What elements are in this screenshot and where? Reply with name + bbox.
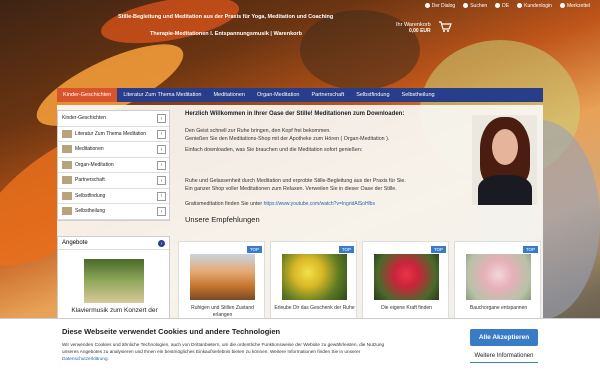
product-card[interactable]: TOP Bauchorgane entspannen <box>454 241 541 326</box>
product-card[interactable]: TOP Die eigene Kraft finden <box>362 241 449 326</box>
topbar-wishlist[interactable]: Merkzettel <box>559 3 590 9</box>
main-nav: Kinder-Geschichten Literatur Zum Thema M… <box>57 88 543 102</box>
product-title[interactable]: Bauchorgane entspannen <box>458 305 539 312</box>
nav-partnerschaft[interactable]: Partnerschaft <box>305 88 350 102</box>
topbar-dialog[interactable]: Der Dialog <box>424 3 455 9</box>
nav-selbstfindung[interactable]: Selbstfindung <box>350 88 395 102</box>
dialog-icon <box>424 3 430 8</box>
offers-heading: Angebote › <box>58 237 169 250</box>
top-badge: TOP <box>522 246 538 253</box>
nav-meditationen[interactable]: Meditationen <box>207 88 251 102</box>
intro-line-1: Den Geist schnell zur Ruhe bringen, den … <box>185 128 331 134</box>
recommendation-carousel: TOP Ruhigen und Stillen Zustand erlangen… <box>178 241 543 326</box>
heart-icon <box>559 3 565 8</box>
nav-kinder-geschichten[interactable]: Kinder-Geschichten <box>57 88 118 102</box>
chevron-right-icon[interactable]: › <box>157 145 166 154</box>
sidebar-item-meditationen[interactable]: Meditationen › <box>58 142 169 158</box>
product-card[interactable]: TOP Erleube Dir das Geschenk der Ruhe <box>270 241 357 326</box>
category-thumbnail <box>62 191 72 200</box>
offers-box: Angebote › Klaviermusik zum Konzert der <box>57 236 170 326</box>
top-badge: TOP <box>338 246 354 253</box>
arrow-right-icon[interactable]: › <box>158 240 165 247</box>
intro-line-2: Genießen Sie den Meditations-Shop mit de… <box>185 136 390 142</box>
chevron-right-icon[interactable]: › <box>157 129 166 139</box>
top-badge: TOP <box>246 246 262 253</box>
intro-line-5: Ein ganzer Shop voller Meditationen zum … <box>185 186 397 192</box>
carousel-next-icon[interactable]: › <box>537 301 540 310</box>
recommendations-heading: Unsere Empfehlungen <box>185 215 260 224</box>
sidebar-item-organ-meditation[interactable]: Organ-Meditation › <box>58 158 169 173</box>
user-icon <box>517 3 523 8</box>
accept-all-button[interactable]: Alle Akzeptieren <box>470 329 538 346</box>
author-portrait <box>472 115 537 205</box>
product-card[interactable]: TOP Ruhigen und Stillen Zustand erlangen <box>178 241 265 326</box>
topbar-login[interactable]: Kundenlogin <box>517 3 552 9</box>
intro-line-3: Einfach downloaden, was Sie brauchen und… <box>185 147 363 153</box>
chevron-right-icon[interactable]: › <box>157 160 166 170</box>
header-subtagline: Therapie-Meditationen I. Entspannungsmus… <box>150 31 302 37</box>
sidebar-item-kinder-geschichten[interactable]: Kinder-Geschichten › <box>58 111 169 127</box>
topbar-search[interactable]: Suchen <box>463 3 487 9</box>
sidebar-item-selbstheilung[interactable]: Selbstheilung › <box>58 204 169 220</box>
chevron-right-icon[interactable]: › <box>157 176 166 185</box>
topbar-language[interactable]: DE <box>495 3 509 9</box>
cookie-text: Wir verwenden Cookies und ähnliche Techn… <box>62 342 385 361</box>
cart-summary[interactable]: Ihr Warenkorb 0,00 EUR <box>396 22 431 34</box>
cart-icon[interactable] <box>438 20 452 33</box>
chevron-right-icon[interactable]: › <box>157 207 166 216</box>
nav-selbstheilung[interactable]: Selbstheilung <box>396 88 441 102</box>
category-thumbnail <box>62 160 72 169</box>
header-tagline: Stille-Begleitung und Meditation aus der… <box>118 14 334 20</box>
cookie-banner: Diese Webseite verwendet Cookies und and… <box>0 318 600 375</box>
product-title[interactable]: Die eigene Kraft finden <box>366 305 447 312</box>
category-thumbnail <box>62 129 72 138</box>
nav-organ-meditation[interactable]: Organ-Meditation <box>251 88 306 102</box>
category-thumbnail <box>62 176 72 185</box>
nav-literatur[interactable]: Literatur Zum Thema Meditation <box>117 88 207 102</box>
youtube-link[interactable]: https://www.youtube.com/watch?v=IngridAl… <box>264 201 375 207</box>
carousel-prev-icon[interactable]: ‹ <box>181 301 184 310</box>
cookie-heading: Diese Webseite verwendet Cookies und and… <box>62 327 281 336</box>
product-image[interactable] <box>190 254 255 300</box>
privacy-link[interactable]: Datenschutzerklärung. <box>62 356 109 361</box>
flag-icon <box>495 3 501 8</box>
sidebar-item-selbstfindung[interactable]: Selbstfindung › <box>58 189 169 204</box>
search-icon <box>463 3 469 8</box>
category-thumbnail <box>62 207 72 216</box>
more-info-button[interactable]: Weitere Informationen <box>470 349 538 363</box>
category-sidebar: Kinder-Geschichten › Literatur Zum Thema … <box>57 110 170 221</box>
offer-product-title[interactable]: Klaviermusik zum Konzert der <box>62 307 167 314</box>
product-title[interactable]: Erleube Dir das Geschenk der Ruhe <box>274 305 355 312</box>
free-meditation-line: Gratismeditation finden Sie unter https:… <box>185 201 375 207</box>
top-bar: Der Dialog Suchen DE Kundenlogin Merkzet… <box>0 0 600 11</box>
sidebar-item-partnerschaft[interactable]: Partnerschaft › <box>58 173 169 189</box>
product-image[interactable] <box>374 254 439 300</box>
product-title[interactable]: Ruhigen und Stillen Zustand erlangen <box>182 305 263 318</box>
chevron-right-icon[interactable]: › <box>157 191 166 201</box>
top-badge: TOP <box>430 246 446 253</box>
sidebar-item-literatur[interactable]: Literatur Zum Thema Meditation › <box>58 127 169 142</box>
product-image[interactable] <box>282 254 347 300</box>
cart-value: 0,00 EUR <box>408 28 431 34</box>
intro-line-4: Ruhe und Gelassenheit durch Meditation u… <box>185 178 406 184</box>
category-thumbnail <box>62 145 72 154</box>
welcome-heading: Herzlich Willkommen in Ihrer Oase der St… <box>185 111 405 117</box>
offer-product-image[interactable] <box>84 259 144 303</box>
chevron-right-icon[interactable]: › <box>157 114 166 123</box>
product-image[interactable] <box>466 254 531 300</box>
